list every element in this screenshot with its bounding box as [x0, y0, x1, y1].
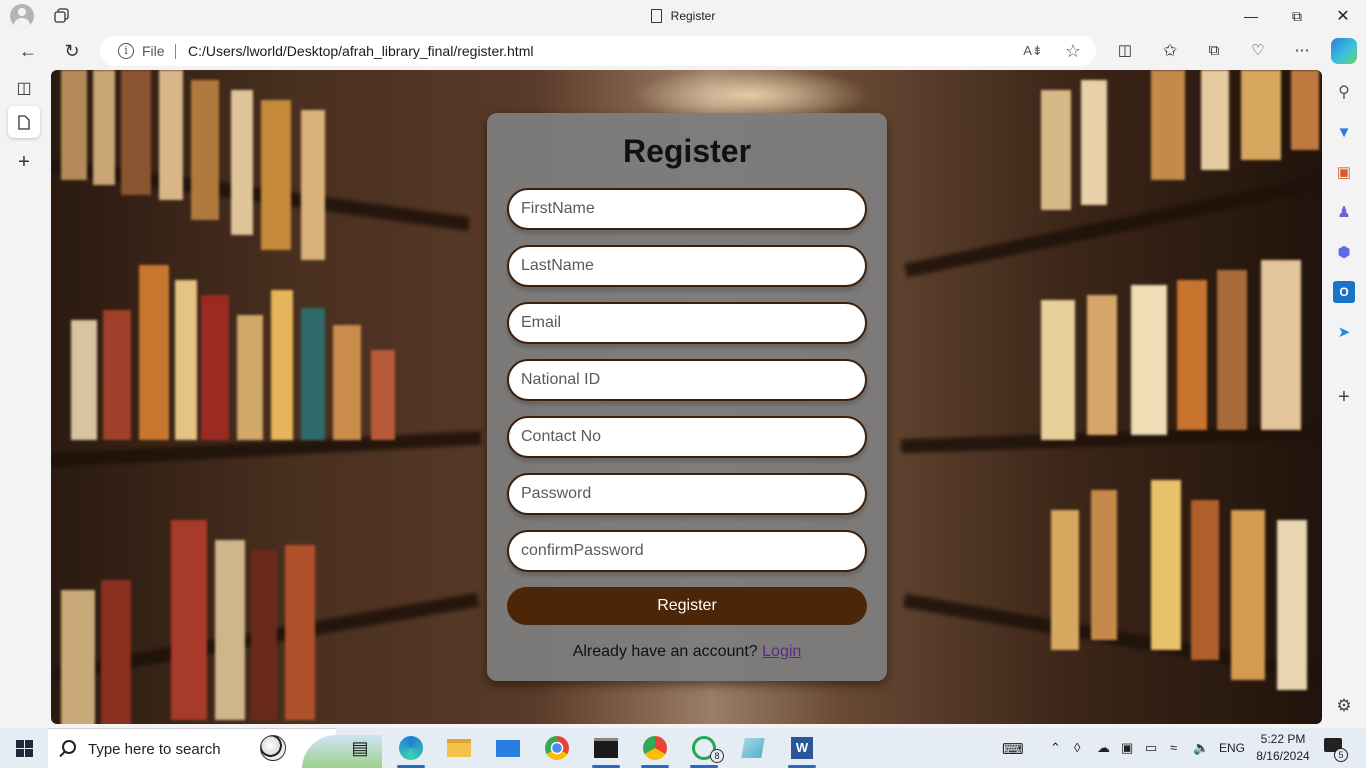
- security-icon[interactable]: ▣: [1121, 740, 1133, 756]
- national-id-input[interactable]: [507, 359, 867, 401]
- address-bar[interactable]: i File C:/Users/lworld/Desktop/afrah_lib…: [100, 36, 1096, 66]
- title-bar: Register — ⧉ ✕: [0, 0, 1366, 32]
- clock-date: 8/16/2024: [1256, 749, 1310, 763]
- taskbar-search-box[interactable]: Type here to search: [48, 728, 382, 768]
- new-tab-button[interactable]: +: [8, 146, 40, 178]
- password-input[interactable]: [507, 473, 867, 515]
- notepad-icon[interactable]: [731, 728, 775, 768]
- email-input[interactable]: [507, 302, 867, 344]
- clock-time: 5:22 PM: [1260, 732, 1306, 746]
- address-separator: [175, 44, 176, 59]
- form-heading: Register: [622, 133, 752, 169]
- vertical-tab-bar: ◫ +: [0, 70, 51, 728]
- start-windows-icon[interactable]: [16, 740, 33, 757]
- soccer-ball-icon: [260, 735, 286, 761]
- login-prompt-text: Already have an account?: [572, 643, 758, 660]
- add-sidebar-app-icon[interactable]: +: [1333, 386, 1355, 408]
- taskbar: Type here to search ▤ 8 W ⌨ ⌃ ◊ ☁ ▣ ▭ ≈ …: [0, 728, 1366, 768]
- search-icon: [62, 740, 76, 754]
- confirm-password-input[interactable]: [507, 530, 867, 572]
- browser-essentials-icon[interactable]: ♡: [1243, 36, 1273, 66]
- sidebar-settings-icon[interactable]: ⚙: [1333, 695, 1355, 717]
- mail-icon[interactable]: [486, 728, 530, 768]
- address-url[interactable]: C:/Users/lworld/Desktop/afrah_library_fi…: [188, 43, 533, 59]
- wifi-icon[interactable]: ≈: [1170, 740, 1177, 755]
- file-explorer-icon[interactable]: [437, 728, 481, 768]
- drop-icon[interactable]: ➤: [1333, 321, 1355, 343]
- shopping-tag-icon[interactable]: ▼: [1333, 121, 1355, 143]
- read-aloud-icon[interactable]: A⇟: [1022, 40, 1044, 62]
- onedrive-cloud-icon[interactable]: ☁: [1097, 740, 1110, 756]
- keyboard-tray-icon[interactable]: ⌨: [1002, 740, 1024, 758]
- copilot-icon[interactable]: [1331, 38, 1357, 64]
- meet-now-icon[interactable]: ◊: [1074, 740, 1080, 755]
- show-hidden-icons-chevron-icon[interactable]: ⌃: [1050, 740, 1061, 756]
- terminal-icon[interactable]: [584, 728, 628, 768]
- window-title: Register: [0, 9, 1366, 23]
- navigation-bar: ← ↻ i File C:/Users/lworld/Desktop/afrah…: [0, 32, 1366, 70]
- register-form: Register Register Already have an accoun…: [487, 113, 887, 681]
- page-viewport: Register Register Already have an accoun…: [51, 70, 1322, 724]
- task-view-icon[interactable]: ▤: [338, 728, 382, 768]
- address-scheme: File: [142, 43, 165, 59]
- refresh-button[interactable]: ↻: [57, 36, 87, 66]
- whatsapp-icon[interactable]: 8: [682, 728, 726, 768]
- whatsapp-badge: 8: [710, 749, 724, 763]
- page-icon: [650, 9, 662, 23]
- contact-no-input[interactable]: [507, 416, 867, 458]
- edge-sidebar: ⚲ ▼ ▣ ♟ ⬢ O ➤ + ⚙: [1322, 70, 1366, 728]
- info-icon[interactable]: i: [118, 43, 134, 59]
- login-link[interactable]: Login: [762, 643, 801, 660]
- favorite-star-icon[interactable]: ☆: [1062, 40, 1084, 62]
- split-screen-icon[interactable]: ◫: [1110, 36, 1140, 66]
- restore-button[interactable]: ⧉: [1274, 0, 1320, 32]
- tab-actions-icon[interactable]: ◫: [8, 72, 40, 104]
- register-button[interactable]: Register: [507, 587, 867, 625]
- login-prompt-line: Already have an account? Login: [487, 643, 887, 661]
- collections-icon[interactable]: ⧉: [1199, 36, 1229, 66]
- taskbar-clock[interactable]: 5:22 PM 8/16/2024: [1248, 731, 1318, 765]
- battery-icon[interactable]: ▭: [1145, 740, 1157, 756]
- page-icon: [18, 114, 30, 130]
- last-name-input[interactable]: [507, 245, 867, 287]
- chrome-icon[interactable]: [535, 728, 579, 768]
- first-name-input[interactable]: [507, 188, 867, 230]
- tab-register[interactable]: [8, 106, 40, 138]
- more-menu-icon[interactable]: ⋯: [1287, 36, 1317, 66]
- back-button[interactable]: ←: [13, 36, 43, 66]
- favorites-icon[interactable]: ✩: [1155, 36, 1185, 66]
- window-title-text: Register: [670, 9, 716, 23]
- microsoft-365-icon[interactable]: ⬢: [1333, 241, 1355, 263]
- notification-count: 5: [1334, 748, 1348, 762]
- edge-taskbar-icon[interactable]: [389, 728, 433, 768]
- tools-icon[interactable]: ▣: [1333, 161, 1355, 183]
- volume-icon[interactable]: 🔈: [1193, 740, 1209, 756]
- search-icon[interactable]: ⚲: [1333, 81, 1355, 103]
- search-placeholder: Type here to search: [88, 741, 221, 758]
- close-button[interactable]: ✕: [1320, 0, 1366, 32]
- games-icon[interactable]: ♟: [1333, 201, 1355, 223]
- language-indicator[interactable]: ENG: [1219, 741, 1245, 755]
- notifications-icon[interactable]: 5: [1324, 738, 1348, 762]
- outlook-icon[interactable]: O: [1333, 281, 1355, 303]
- chrome-profile-icon[interactable]: [633, 728, 677, 768]
- minimize-button[interactable]: —: [1228, 0, 1274, 32]
- word-icon[interactable]: W: [780, 728, 824, 768]
